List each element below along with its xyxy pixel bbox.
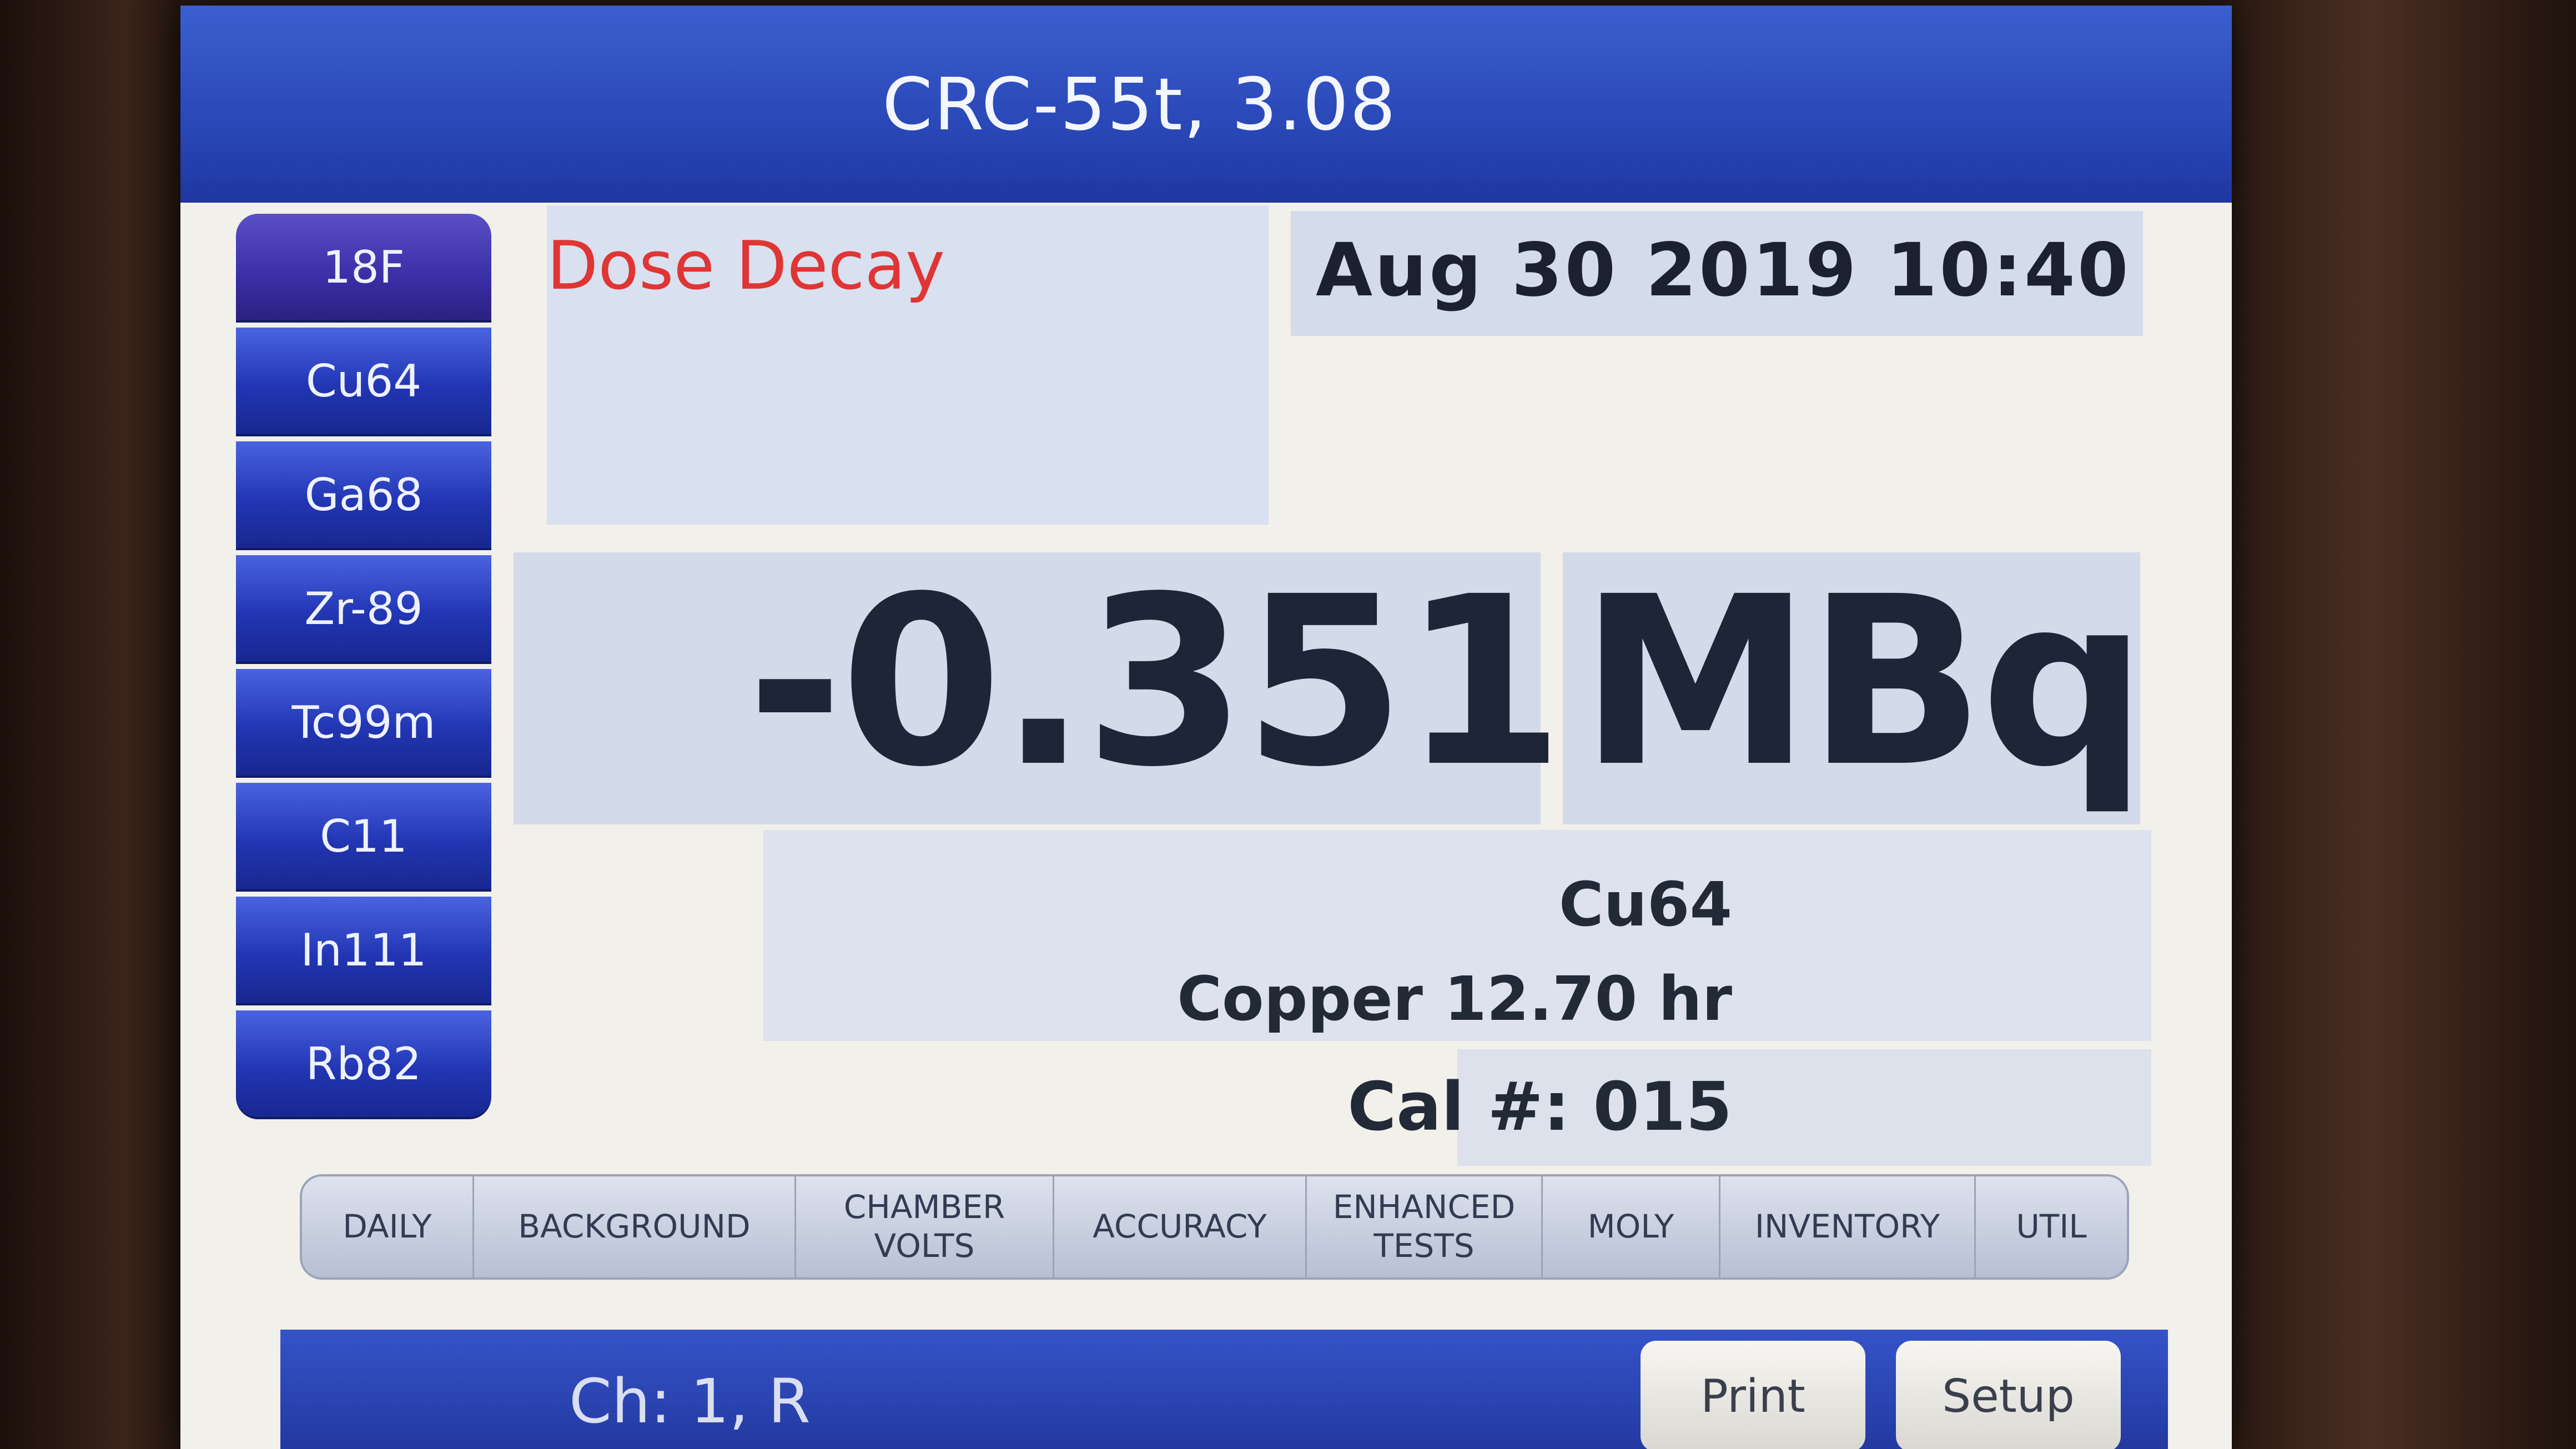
print-button[interactable]: Print [1641, 1341, 1865, 1449]
isotope-key-in111[interactable]: In111 [236, 897, 491, 1005]
isotope-key-cu64[interactable]: Cu64 [236, 328, 491, 436]
dose-calibrator-screen: CRC-55t, 3.08 18F Cu64 Ga68 Zr-89 Tc99m … [180, 6, 2232, 1449]
isotope-key-column: 18F Cu64 Ga68 Zr-89 Tc99m C11 In111 Rb82 [236, 214, 491, 1135]
tab-chamber-volts[interactable]: CHAMBER VOLTS [796, 1176, 1054, 1277]
isotope-key-rb82[interactable]: Rb82 [236, 1010, 491, 1119]
isotope-key-18f[interactable]: 18F [236, 214, 491, 323]
window-title: CRC-55t, 3.08 [882, 62, 1397, 147]
function-tab-bar: DAILY BACKGROUND CHAMBER VOLTS ACCURACY … [300, 1174, 2129, 1280]
tab-moly[interactable]: MOLY [1543, 1176, 1720, 1277]
mode-label: Dose Decay [547, 228, 945, 305]
isotope-key-tc99m[interactable]: Tc99m [236, 669, 491, 778]
title-bar: CRC-55t, 3.08 [180, 6, 2232, 203]
activity-reading: -0.351 [747, 547, 1564, 818]
tab-daily[interactable]: DAILY [302, 1176, 474, 1277]
monitor-bezel-left [0, 0, 180, 1449]
selected-isotope: Cu64 [1558, 869, 1732, 940]
tab-accuracy[interactable]: ACCURACY [1054, 1176, 1307, 1277]
isotope-key-zr89[interactable]: Zr-89 [236, 555, 491, 664]
calibration-number: Cal #: 015 [1347, 1069, 1732, 1146]
channel-status: Ch: 1, R [569, 1366, 811, 1437]
tab-util[interactable]: UTIL [1976, 1176, 2127, 1277]
tab-enhanced-tests[interactable]: ENHANCED TESTS [1307, 1176, 1543, 1277]
tab-background[interactable]: BACKGROUND [474, 1176, 796, 1277]
isotope-key-c11[interactable]: C11 [236, 783, 491, 892]
isotope-half-life: Copper 12.70 hr [1177, 963, 1732, 1034]
status-bar [280, 1330, 2168, 1449]
isotope-key-ga68[interactable]: Ga68 [236, 441, 491, 550]
tab-inventory[interactable]: INVENTORY [1720, 1176, 1976, 1277]
datetime-display: Aug 30 2019 10:40 [1316, 228, 2131, 313]
monitor-bezel-right [2232, 0, 2576, 1449]
activity-unit: MBq [1579, 547, 2147, 818]
setup-button[interactable]: Setup [1896, 1341, 2121, 1449]
